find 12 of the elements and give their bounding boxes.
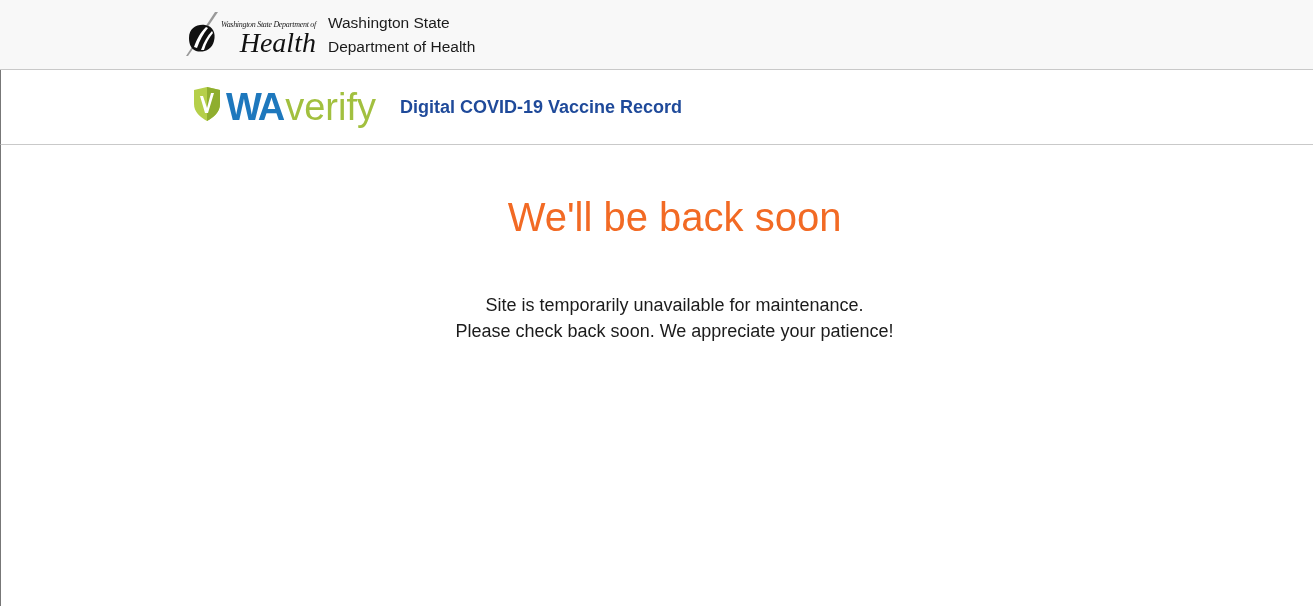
- waverify-logo[interactable]: WAverify: [193, 85, 376, 129]
- swoosh-emblem-icon: [185, 12, 219, 57]
- logo-health-text: Health: [239, 29, 316, 57]
- health-department-logo[interactable]: Washington State Department of Health: [185, 12, 316, 57]
- shield-check-icon: [193, 87, 221, 121]
- logo-verify-text: verify: [285, 85, 376, 129]
- maintenance-message: Site is temporarily unavailable for maintenance. Please check back soon. We appreciate your patience!: [455, 294, 894, 343]
- logo-wa-text: WA: [226, 85, 284, 129]
- agency-name: Washington State Department of Health: [327, 12, 476, 57]
- maintenance-heading: We'll be back soon: [507, 194, 842, 241]
- logo-small-text: Washington State Department of: [221, 20, 316, 29]
- app-title: Digital COVID-19 Vaccine Record: [400, 96, 683, 118]
